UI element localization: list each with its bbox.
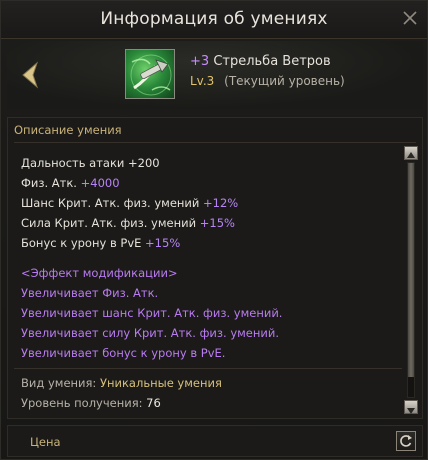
stat-label: Физ. Атк. [21, 176, 77, 190]
stat-label: Шанс Крит. Атк. физ. умений [21, 196, 200, 210]
stat-label: Сила Крит. Атк. физ. умений [21, 216, 197, 230]
stat-line: Дальность атаки +200 [21, 156, 160, 170]
stat-value: +4000 [80, 176, 120, 190]
acquire-level-value: 76 [146, 396, 161, 410]
skill-header: +3 Стрельба Ветров Lv.3 (Текущий уровень… [7, 41, 423, 109]
skill-name: Стрельба Ветров [213, 54, 331, 69]
scroll-down-icon [407, 408, 415, 414]
skill-title: +3 Стрельба Ветров [190, 54, 331, 69]
skill-level-row: Lv.3 (Текущий уровень) [190, 74, 345, 88]
divider [14, 368, 402, 369]
skill-crossbow-icon[interactable] [125, 49, 175, 99]
stat-value: +12% [203, 196, 239, 210]
scroll-track[interactable] [407, 162, 415, 398]
scroll-thumb[interactable] [408, 163, 414, 377]
stat-label: Дальность атаки +200 [21, 156, 160, 170]
scroll-up-button[interactable] [404, 146, 418, 160]
stat-line: Физ. Атк. +4000 [21, 176, 120, 190]
skill-type-row: Вид умения: Уникальные умения [21, 376, 222, 390]
description-header: Описание умения [14, 123, 122, 137]
acquire-level-label: Уровень получения: [21, 396, 143, 410]
stat-label: Бонус к урону в PvE [21, 236, 142, 250]
modification-line: Увеличивает бонус к урону в PvE. [21, 346, 226, 360]
acquire-level-row: Уровень получения: 76 [21, 396, 161, 410]
skill-level-note: (Текущий уровень) [224, 74, 345, 88]
modification-line: Увеличивает Физ. Атк. [21, 286, 159, 300]
skill-info-window: Информация об умениях +3 Стрельба Ветров… [0, 0, 428, 460]
divider [14, 142, 416, 143]
skill-type-label: Вид умения: [21, 376, 97, 390]
refresh-icon [400, 435, 412, 447]
stat-line: Бонус к урону в PvE +15% [21, 236, 180, 250]
skill-description-panel: Описание умения Дальность атаки +200 Физ… [7, 117, 423, 419]
stat-value: +15% [145, 236, 181, 250]
skill-type-value: Уникальные умения [99, 376, 222, 390]
window-title: Информация об умениях [100, 9, 328, 29]
stat-value: +15% [199, 216, 235, 230]
close-button[interactable] [399, 7, 421, 29]
price-panel: Цена [7, 425, 423, 457]
title-bar: Информация об умениях [1, 1, 427, 39]
price-label: Цена [30, 435, 61, 449]
description-content[interactable]: Дальность атаки +200 Физ. Атк. +4000 Шан… [14, 146, 404, 414]
modification-title: <Эффект модификации> [21, 266, 178, 280]
close-icon [403, 11, 417, 25]
back-button[interactable] [19, 61, 41, 89]
scroll-up-icon [407, 152, 415, 158]
description-scrollbar[interactable] [404, 146, 418, 414]
modification-line: Увеличивает шанс Крит. Атк. физ. умений. [21, 306, 283, 320]
scroll-down-button[interactable] [404, 400, 418, 414]
stat-line: Шанс Крит. Атк. физ. умений +12% [21, 196, 238, 210]
arrow-left-icon [22, 61, 39, 89]
modification-line: Увеличивает силу Крит. Атк. физ. умений. [21, 326, 279, 340]
skill-enhance-level: +3 [190, 54, 210, 69]
skill-level: Lv.3 [190, 74, 215, 88]
refresh-button[interactable] [396, 431, 416, 451]
stat-line: Сила Крит. Атк. физ. умений +15% [21, 216, 235, 230]
